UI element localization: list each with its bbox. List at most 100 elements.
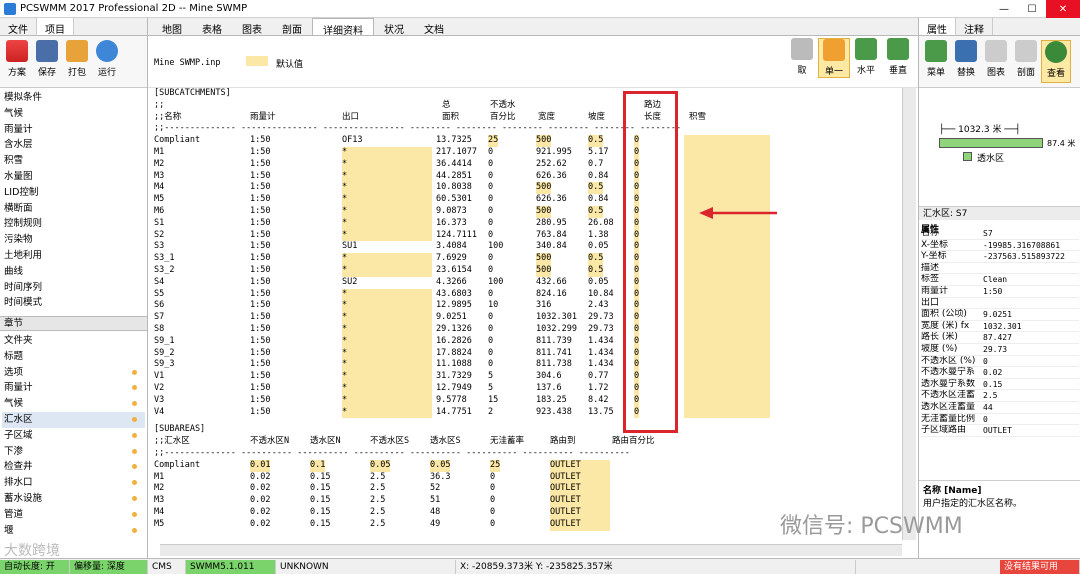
property-value[interactable] bbox=[983, 263, 1079, 274]
grid-cell[interactable]: 626.36 bbox=[536, 171, 567, 183]
grid-cell[interactable]: 1:50 bbox=[250, 277, 270, 289]
snow-cell[interactable] bbox=[684, 241, 770, 254]
column-header[interactable]: 出口 bbox=[342, 112, 359, 124]
option-item[interactable]: 横断面 bbox=[2, 201, 145, 217]
grid-cell[interactable]: 0.02 bbox=[250, 507, 270, 519]
property-value[interactable]: S7 bbox=[983, 228, 1079, 239]
grid-cell[interactable]: Compliant bbox=[154, 460, 200, 472]
grid-cell[interactable]: 26.08 bbox=[588, 218, 614, 230]
grid-cell[interactable]: 1.434 bbox=[588, 336, 614, 348]
grid-cell[interactable]: 0.5 bbox=[588, 265, 604, 277]
vertical-button[interactable]: 垂直 bbox=[882, 38, 914, 78]
property-row[interactable]: 宽度 (米) fx 1032.301 bbox=[921, 321, 1079, 333]
grid-cell[interactable]: 1:50 bbox=[250, 171, 270, 183]
grid-cell[interactable]: 1:50 bbox=[250, 159, 270, 171]
grid-cell[interactable]: 10.8038 bbox=[436, 182, 472, 194]
property-row[interactable]: Y-坐标 -237563.515893722 bbox=[921, 251, 1079, 263]
grid-cell[interactable]: 31.7329 bbox=[436, 371, 472, 383]
offset-status[interactable]: 偏移量: 深度 bbox=[70, 559, 148, 574]
property-value[interactable]: 0.15 bbox=[983, 379, 1079, 390]
tab-4[interactable]: 详细资料 bbox=[312, 18, 374, 37]
grid-cell[interactable]: 1:50 bbox=[250, 348, 270, 360]
grid-cell[interactable]: M2 bbox=[154, 159, 164, 171]
option-item[interactable]: 控制规则 bbox=[2, 216, 145, 232]
grid-cell[interactable]: 1:50 bbox=[250, 194, 270, 206]
grid-cell[interactable]: S9_1 bbox=[154, 336, 174, 348]
grid-cell[interactable]: 183.25 bbox=[536, 395, 567, 407]
grid-cell[interactable]: * bbox=[342, 300, 432, 313]
grid-cell[interactable]: 29.73 bbox=[588, 312, 614, 324]
grid-cell[interactable]: 1032.301 bbox=[536, 312, 577, 324]
engine-status[interactable]: SWMM5.1.011 bbox=[186, 559, 276, 574]
section-item[interactable]: 标题 bbox=[2, 349, 145, 365]
property-row[interactable]: 不透水曼宁系 0.02 bbox=[921, 367, 1079, 379]
grid-cell[interactable]: * bbox=[342, 347, 432, 360]
grid-cell[interactable]: 12.7949 bbox=[436, 383, 472, 395]
column-header[interactable]: 不透水区N bbox=[250, 436, 289, 448]
grid-cell[interactable]: 1:50 bbox=[250, 265, 270, 277]
chart-button[interactable]: 图表 bbox=[981, 40, 1011, 83]
grid-cell[interactable]: 0 bbox=[488, 147, 493, 159]
run-button[interactable]: 运行 bbox=[92, 40, 122, 83]
grid-cell[interactable]: 0.02 bbox=[250, 472, 270, 484]
grid-cell[interactable]: M1 bbox=[154, 147, 164, 159]
grid-cell[interactable]: 1:50 bbox=[250, 312, 270, 324]
property-value[interactable]: 0.02 bbox=[983, 367, 1079, 378]
column-header[interactable]: 无洼蓄率 bbox=[490, 436, 524, 448]
grid-cell[interactable]: 17.8824 bbox=[436, 348, 472, 360]
grid-cell[interactable]: 1:50 bbox=[250, 135, 270, 147]
grid-cell[interactable]: 500 bbox=[536, 182, 552, 195]
column-header[interactable]: 总 bbox=[442, 100, 451, 112]
grid-cell[interactable]: 500 bbox=[536, 135, 552, 147]
snow-cell[interactable] bbox=[684, 135, 770, 147]
grid-cell[interactable]: 100 bbox=[488, 241, 503, 253]
tab-2[interactable]: 图表 bbox=[232, 18, 272, 36]
property-row[interactable]: 坡度 (%) 29.73 bbox=[921, 344, 1079, 356]
column-header[interactable]: 路由到 bbox=[550, 436, 576, 448]
section-item[interactable]: 汇水区 bbox=[2, 411, 145, 428]
grid-cell[interactable]: 2 bbox=[488, 407, 493, 419]
grid-cell[interactable]: 1:50 bbox=[250, 289, 270, 301]
grid-cell[interactable]: 0 bbox=[488, 159, 493, 171]
grid-cell[interactable]: 1:50 bbox=[250, 359, 270, 371]
option-item[interactable]: 污染物 bbox=[2, 232, 145, 248]
grid-cell[interactable]: * bbox=[342, 359, 432, 372]
column-header[interactable]: 不透水 bbox=[490, 100, 516, 112]
snow-cell[interactable] bbox=[684, 347, 770, 360]
snow-cell[interactable] bbox=[684, 335, 770, 348]
grid-cell[interactable]: 2.43 bbox=[588, 300, 608, 312]
snow-cell[interactable] bbox=[684, 217, 770, 230]
grid-cell[interactable]: 10 bbox=[488, 300, 498, 312]
section-item[interactable]: 下渗 bbox=[2, 444, 145, 460]
grid-cell[interactable]: 4.3266 bbox=[436, 277, 467, 289]
grid-cell[interactable]: 9.0251 bbox=[436, 312, 467, 324]
property-row[interactable]: 不透水区 (%) 0 bbox=[921, 356, 1079, 368]
grid-cell[interactable]: S3_2 bbox=[154, 265, 174, 277]
grid-cell[interactable]: 16.373 bbox=[436, 218, 467, 230]
grid-cell[interactable]: 2.5 bbox=[370, 483, 385, 495]
grid-cell[interactable]: 0.05 bbox=[430, 459, 451, 472]
take-button[interactable]: 取 bbox=[786, 38, 818, 78]
grid-cell[interactable]: 9.0873 bbox=[436, 206, 467, 218]
grid-cell[interactable]: 3.4084 bbox=[436, 241, 467, 253]
snow-cell[interactable] bbox=[684, 265, 770, 277]
grid-cell[interactable]: * bbox=[342, 335, 432, 348]
grid-cell[interactable]: 811.739 bbox=[536, 336, 572, 348]
property-row[interactable]: 描述 bbox=[921, 263, 1079, 275]
grid-cell[interactable]: * bbox=[342, 394, 432, 407]
snow-cell[interactable] bbox=[684, 312, 770, 324]
snow-cell[interactable] bbox=[684, 394, 770, 407]
grid-cell[interactable]: 0 bbox=[488, 171, 493, 183]
grid-cell[interactable]: SU1 bbox=[342, 241, 432, 253]
grid-cell[interactable]: 1:50 bbox=[250, 182, 270, 194]
grid-cell[interactable]: 340.84 bbox=[536, 241, 567, 253]
section-item[interactable]: 子区域 bbox=[2, 428, 145, 444]
tab-6[interactable]: 文档 bbox=[414, 18, 454, 36]
option-item[interactable]: 雨量计 bbox=[2, 122, 145, 138]
minimize-button[interactable]: — bbox=[990, 0, 1018, 18]
grid-cell[interactable]: 10.84 bbox=[588, 289, 614, 301]
column-header[interactable]: ;;汇水区 bbox=[154, 436, 190, 448]
grid-cell[interactable]: 0 bbox=[488, 218, 493, 230]
scenario-button[interactable]: 方案 bbox=[2, 40, 32, 83]
property-row[interactable]: X-坐标 -19985.316708861 bbox=[921, 240, 1079, 252]
